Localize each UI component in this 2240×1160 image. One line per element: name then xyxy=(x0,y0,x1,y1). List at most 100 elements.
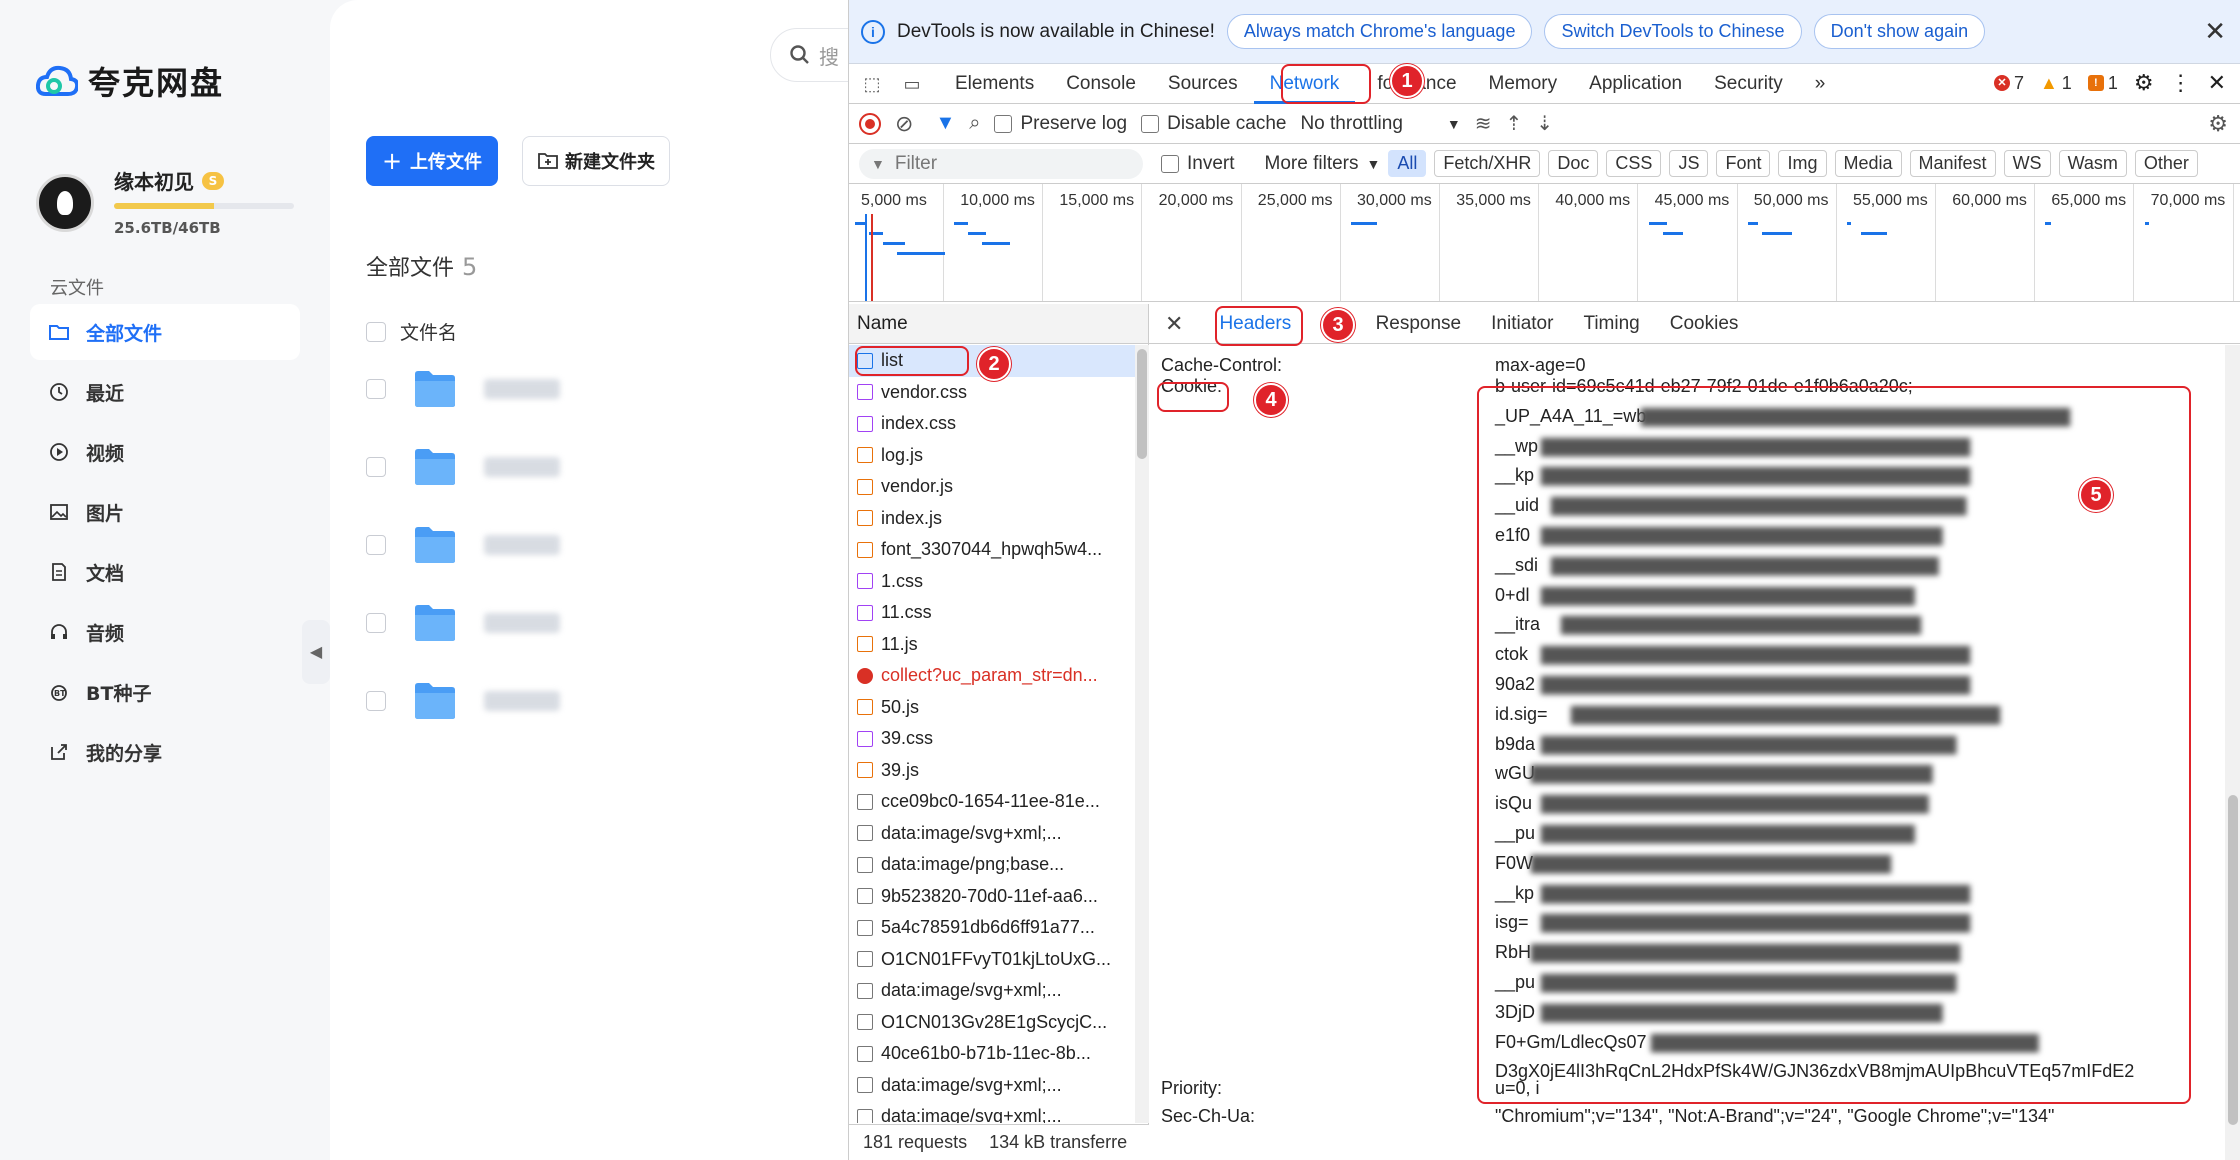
request-row[interactable]: 39.css xyxy=(849,723,1135,755)
column-name[interactable]: Name xyxy=(849,304,1148,344)
type-filter-other[interactable]: Other xyxy=(2134,150,2198,177)
record-button[interactable] xyxy=(859,112,881,135)
file-row[interactable] xyxy=(366,370,560,408)
sidebar-item-my-shares[interactable]: 我的分享 xyxy=(30,724,300,780)
row-checkbox[interactable] xyxy=(366,613,386,633)
request-row[interactable]: index.js xyxy=(849,503,1135,535)
tab-security[interactable]: Security xyxy=(1698,64,1799,104)
type-filter-js[interactable]: JS xyxy=(1669,150,1709,177)
error-count[interactable]: ✕ 7 xyxy=(1993,73,2024,94)
request-row[interactable]: data:image/svg+xml;... xyxy=(849,1101,1135,1123)
request-row[interactable]: 50.js xyxy=(849,692,1135,724)
tab-console[interactable]: Console xyxy=(1050,64,1152,104)
close-icon[interactable]: ✕ xyxy=(2204,16,2226,47)
request-row[interactable]: cce09bc0-1654-11ee-81e... xyxy=(849,786,1135,818)
file-row[interactable] xyxy=(366,682,560,720)
request-row[interactable]: 11.js xyxy=(849,629,1135,661)
file-row[interactable] xyxy=(366,604,560,642)
tab-response[interactable]: Response xyxy=(1376,313,1462,335)
type-filter-img[interactable]: Img xyxy=(1778,150,1827,177)
tab-memory[interactable]: Memory xyxy=(1473,64,1574,104)
request-row[interactable]: vendor.js xyxy=(849,471,1135,503)
scroll-thumb[interactable] xyxy=(2228,795,2238,1125)
sidebar-item-bt[interactable]: BT BT种子 xyxy=(30,664,300,720)
network-overview-timeline[interactable]: 5,000 ms 10,000 ms 15,000 ms 20,000 ms 25,00… xyxy=(849,184,2240,302)
type-filter-media[interactable]: Media xyxy=(1834,150,1902,177)
upload-button[interactable]: + 上传文件 xyxy=(366,136,498,186)
invert-checkbox[interactable]: Invert xyxy=(1161,153,1235,175)
file-row[interactable] xyxy=(366,448,560,486)
sidebar-item-audio[interactable]: 音频 xyxy=(30,604,300,660)
preserve-log-checkbox[interactable]: Preserve log xyxy=(994,113,1127,135)
row-checkbox[interactable] xyxy=(366,535,386,555)
sidebar-item-video[interactable]: 视频 xyxy=(30,424,300,480)
match-language-button[interactable]: Always match Chrome's language xyxy=(1226,14,1533,49)
request-row[interactable]: 39.js xyxy=(849,755,1135,787)
warning-count[interactable]: ▲ 1 xyxy=(2040,73,2072,94)
search-input[interactable]: 搜 xyxy=(770,28,848,82)
row-checkbox[interactable] xyxy=(366,457,386,477)
close-devtools-icon[interactable]: ✕ xyxy=(2208,70,2226,96)
tab-cookies[interactable]: Cookies xyxy=(1670,313,1739,335)
tab-sources[interactable]: Sources xyxy=(1152,64,1254,104)
request-row[interactable]: collect?uc_param_str=dn... xyxy=(849,660,1135,692)
request-row[interactable]: font_3307044_hpwqh5w4... xyxy=(849,534,1135,566)
disable-cache-checkbox[interactable]: Disable cache xyxy=(1141,113,1286,135)
type-filter-manifest[interactable]: Manifest xyxy=(1909,150,1996,177)
settings-gear-icon[interactable]: ⚙ xyxy=(2134,70,2154,96)
type-filter-wasm[interactable]: Wasm xyxy=(2058,150,2127,177)
request-row[interactable]: 5a4c78591db6d6ff91a77... xyxy=(849,912,1135,944)
type-filter-font[interactable]: Font xyxy=(1716,150,1771,177)
avatar[interactable] xyxy=(36,174,94,232)
type-filter-css[interactable]: CSS xyxy=(1606,150,1662,177)
type-filter-fetch-xhr[interactable]: Fetch/XHR xyxy=(1434,150,1541,177)
type-filter-doc[interactable]: Doc xyxy=(1548,150,1599,177)
sidebar-item-all-files[interactable]: 全部文件 xyxy=(30,304,300,360)
row-checkbox[interactable] xyxy=(366,379,386,399)
network-settings-icon[interactable]: ⚙ xyxy=(2208,111,2228,137)
tab-application[interactable]: Application xyxy=(1573,64,1698,104)
tab-initiator[interactable]: Initiator xyxy=(1491,313,1553,335)
sidebar-collapse-button[interactable]: ◀ xyxy=(302,620,330,684)
tab-elements[interactable]: Elements xyxy=(939,64,1050,104)
request-row[interactable]: data:image/svg+xml;... xyxy=(849,975,1135,1007)
request-row[interactable]: data:image/svg+xml;... xyxy=(849,818,1135,850)
search-icon[interactable]: ⌕ xyxy=(969,112,980,135)
request-row[interactable]: data:image/svg+xml;... xyxy=(849,1070,1135,1102)
request-row[interactable]: O1CN01FFvyT01kjLtoUxG... xyxy=(849,944,1135,976)
request-row[interactable]: vendor.css xyxy=(849,377,1135,409)
device-toolbar-icon[interactable]: ▭ xyxy=(899,71,925,97)
new-folder-button[interactable]: 新建文件夹 xyxy=(522,136,670,186)
request-row[interactable]: 11.css xyxy=(849,597,1135,629)
export-har-icon[interactable]: ⇣ xyxy=(1536,111,1553,136)
select-all-checkbox[interactable] xyxy=(366,321,386,342)
switch-chinese-button[interactable]: Switch DevTools to Chinese xyxy=(1544,14,1802,49)
request-list-scrollbar[interactable] xyxy=(1135,345,1149,1123)
sidebar-item-recent[interactable]: 最近 xyxy=(30,364,300,420)
dont-show-again-button[interactable]: Don't show again xyxy=(1813,14,1986,49)
detail-scrollbar[interactable] xyxy=(2225,345,2240,1160)
request-row[interactable]: O1CN013Gv28E1gScycjC... xyxy=(849,1007,1135,1039)
logo[interactable]: 夸克网盘 xyxy=(36,58,224,104)
type-filter-ws[interactable]: WS xyxy=(2003,150,2051,177)
tab-timing[interactable]: Timing xyxy=(1583,313,1639,335)
more-options-icon[interactable]: ⋮ xyxy=(2170,70,2192,96)
request-row[interactable]: 9b523820-70d0-11ef-aa6... xyxy=(849,881,1135,913)
import-har-icon[interactable]: ⇡ xyxy=(1506,111,1523,136)
sidebar-item-images[interactable]: 图片 xyxy=(30,484,300,540)
row-checkbox[interactable] xyxy=(366,691,386,711)
file-row[interactable] xyxy=(366,526,560,564)
request-row[interactable]: 1.css xyxy=(849,566,1135,598)
type-filter-all[interactable]: All xyxy=(1388,150,1427,177)
scroll-thumb[interactable] xyxy=(1137,349,1147,459)
throttling-select[interactable]: No throttling ▼ xyxy=(1300,113,1460,135)
request-row[interactable]: index.css xyxy=(849,408,1135,440)
sidebar-item-documents[interactable]: 文档 xyxy=(30,544,300,600)
issues-count[interactable]: ! 1 xyxy=(2087,73,2118,94)
column-filename[interactable]: 文件名 xyxy=(400,318,457,345)
network-conditions-icon[interactable]: ≋ xyxy=(1475,111,1492,136)
close-detail-icon[interactable]: ✕ xyxy=(1165,311,1183,337)
request-row[interactable]: 40ce61b0-b71b-11ec-8b... xyxy=(849,1038,1135,1070)
request-row[interactable]: log.js xyxy=(849,440,1135,472)
inspect-element-icon[interactable]: ⬚ xyxy=(859,71,885,97)
